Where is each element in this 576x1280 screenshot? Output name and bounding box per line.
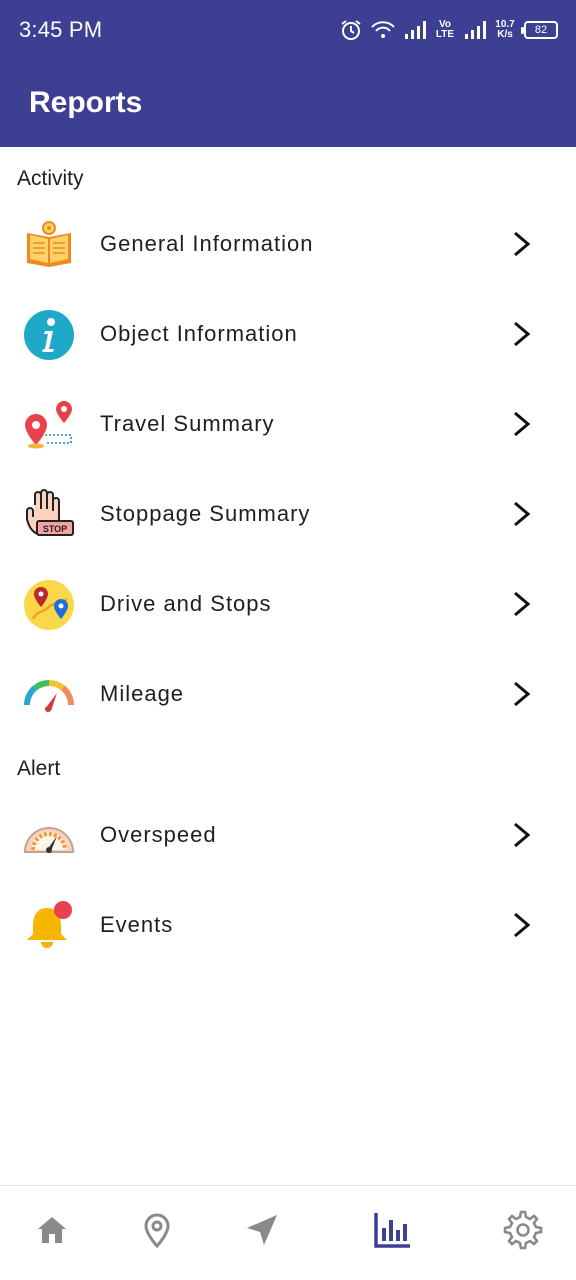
list-item-label: Events [100,912,174,937]
status-time: 3:45 PM [19,17,103,42]
info-icon [24,310,74,360]
list-item-label: Travel Summary [100,411,275,436]
chevron-right-icon [514,591,531,617]
list-item-label: Stoppage Summary [100,501,311,526]
section-header-activity: Activity [17,167,84,190]
settings-gear-icon[interactable] [503,1210,543,1250]
list-item-travel-summary[interactable]: Travel Summary [0,379,576,469]
chevron-right-icon [514,501,531,527]
home-icon[interactable] [32,1210,72,1250]
battery-level: 82 [534,24,548,36]
stop-hand-icon: STOP [26,489,74,537]
chevron-right-icon [514,231,531,257]
gauge-icon [23,679,75,712]
map-pins-icon [24,580,74,630]
list-item-drive-and-stops[interactable]: Drive and Stops [0,559,576,649]
section-header-alert: Alert [17,757,61,780]
net-speed: 10.7 K/s [494,20,516,40]
network-type: Vo LTE [435,19,455,40]
signal-icon-2 [465,21,486,39]
chevron-right-icon [514,822,531,848]
speedometer-icon [23,827,75,853]
reports-chart-icon[interactable] [372,1210,412,1250]
chevron-right-icon [514,411,531,437]
wifi-icon [371,21,395,38]
list-item-general-information[interactable]: General Information [0,199,576,289]
status-bar: 3:45 PM Vo LTE 10.7 K/s 82 [0,0,576,60]
location-pin-icon[interactable] [137,1210,177,1250]
list-item-object-information[interactable]: Object Information [0,289,576,379]
chevron-right-icon [514,321,531,347]
navigation-arrow-icon[interactable] [242,1210,282,1250]
bottom-navigation [0,1185,576,1280]
list-item-stoppage-summary[interactable]: STOP Stoppage Summary [0,469,576,559]
route-pins-icon [25,401,72,449]
net-speed-unit: K/s [497,29,513,40]
book-icon [27,221,71,267]
list-item-overspeed[interactable]: Overspeed [0,790,576,880]
list-item-label: General Information [100,231,314,256]
list-item-events[interactable]: Events [0,880,576,970]
list-item-label: Object Information [100,321,298,346]
alarm-icon [341,20,361,40]
svg-text:STOP: STOP [43,524,67,534]
list-item-label: Drive and Stops [100,591,272,616]
battery-indicator: 82 [521,21,558,39]
list-item-mileage[interactable]: Mileage [0,649,576,739]
list-item-label: Overspeed [100,822,217,847]
app-bar: Reports [0,60,576,147]
list-item-label: Mileage [100,681,185,706]
chevron-right-icon [514,912,531,938]
chevron-right-icon [514,681,531,707]
status-icons: Vo LTE 10.7 K/s 82 [340,16,558,44]
signal-icon [405,21,426,39]
page-title: Reports [29,86,143,119]
bell-icon [27,901,72,948]
